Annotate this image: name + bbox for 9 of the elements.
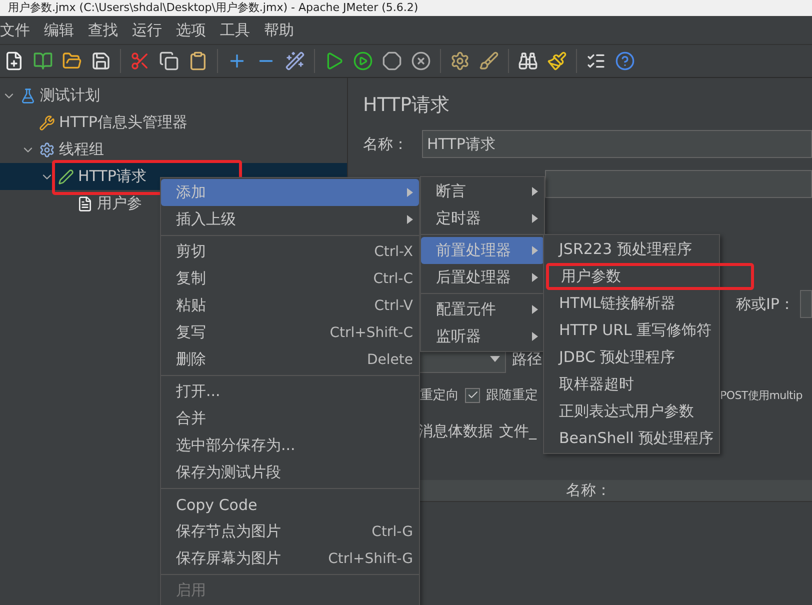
window-title: 用户参数.jmx (C:\Users\shdal\Desktop\用户参数.jmx) - Apache JMeter (5.6.2) [0, 0, 812, 16]
option-label: 重定向 [420, 387, 459, 404]
column-header: 名称： [566, 481, 611, 500]
field-label: 名称： [363, 134, 409, 154]
field-label: 称或IP： [736, 294, 794, 314]
field-label: 路径 [512, 350, 542, 368]
option-label: POST使用multip [720, 388, 802, 402]
panel-title: HTTP请求 [362, 93, 451, 118]
option-label: 跟随重定 [486, 387, 539, 404]
